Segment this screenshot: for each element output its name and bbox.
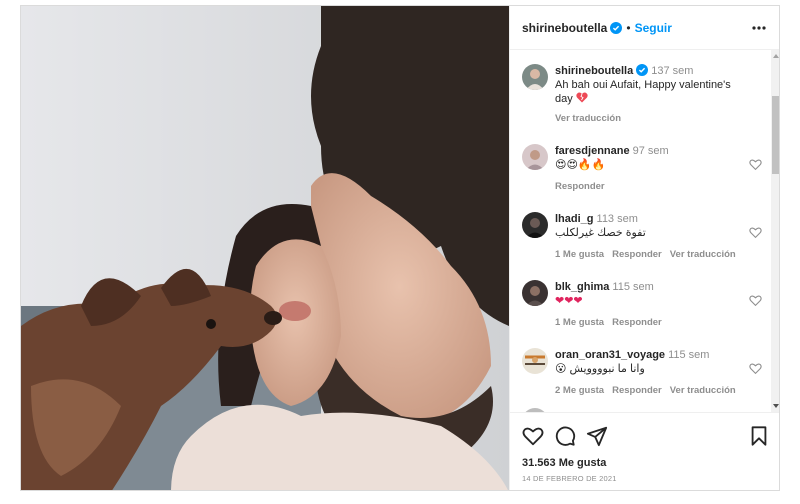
comment-time[interactable]: 113 sem bbox=[597, 213, 638, 225]
save-bookmark-icon[interactable] bbox=[748, 425, 770, 447]
post-photo-image bbox=[21, 6, 509, 490]
comment-meta: Responder bbox=[555, 181, 613, 192]
scroll-down-arrow-icon[interactable] bbox=[773, 404, 779, 408]
caption-username[interactable]: shirineboutella bbox=[555, 65, 633, 77]
translate-link[interactable]: Ver traducción bbox=[555, 113, 621, 124]
translate-link[interactable]: Ver traducción bbox=[670, 249, 736, 260]
comments-list[interactable]: shirineboutella 137 sem Ah bah oui Aufait… bbox=[510, 50, 772, 412]
scrollbar-thumb[interactable] bbox=[772, 96, 779, 174]
more-options-icon[interactable] bbox=[749, 18, 769, 38]
post-actions: 31.563 Me gusta 14 DE FEBRERO DE 2021 bbox=[510, 412, 779, 490]
post-date: 14 DE FEBRERO DE 2021 bbox=[522, 474, 617, 483]
like-comment-heart-icon[interactable] bbox=[749, 362, 762, 375]
follow-button[interactable]: Seguir bbox=[635, 21, 672, 35]
comment-username[interactable]: oran_oran31_voyage bbox=[555, 349, 665, 361]
comment-meta: 1 Me gusta Responder bbox=[555, 317, 670, 328]
action-icons bbox=[522, 425, 608, 447]
share-send-icon[interactable] bbox=[586, 425, 608, 447]
comment-time[interactable]: 97 sem bbox=[633, 145, 669, 157]
reply-link[interactable]: Responder bbox=[612, 317, 662, 328]
like-comment-heart-icon[interactable] bbox=[749, 226, 762, 239]
caption-time[interactable]: 137 sem bbox=[651, 65, 693, 77]
likes-count[interactable]: 31.563 Me gusta bbox=[522, 457, 606, 469]
post-photo[interactable] bbox=[21, 6, 509, 490]
like-comment-heart-icon[interactable] bbox=[749, 294, 762, 307]
comment-text: 😍😍🔥🔥 bbox=[555, 159, 606, 171]
reply-link[interactable]: Responder bbox=[612, 385, 662, 396]
translate-link[interactable]: Ver traducción bbox=[670, 385, 736, 396]
post-author-username[interactable]: shirineboutella bbox=[522, 21, 607, 35]
comment-text: تفوة خصك غيرلكلب bbox=[555, 227, 646, 239]
comments-scrollbar[interactable] bbox=[771, 50, 779, 412]
caption-meta: Ver traducción bbox=[555, 113, 629, 124]
reply-link[interactable]: Responder bbox=[555, 181, 605, 192]
reply-link[interactable]: Responder bbox=[612, 249, 662, 260]
like-heart-icon[interactable] bbox=[522, 425, 544, 447]
like-comment-heart-icon[interactable] bbox=[749, 158, 762, 171]
avatar[interactable] bbox=[522, 212, 548, 238]
avatar[interactable] bbox=[522, 348, 548, 374]
comment-body: lhadi_g 113 sem تفوة خصك غيرلكلب bbox=[555, 212, 751, 240]
comment-username[interactable]: faresdjennane bbox=[555, 145, 630, 157]
comment-body: blk_ghima 115 sem ❤❤❤ bbox=[555, 280, 751, 308]
comment-bubble-icon[interactable] bbox=[554, 425, 576, 447]
post-header: shirineboutella • Seguir bbox=[510, 6, 779, 50]
scroll-up-arrow-icon[interactable] bbox=[773, 54, 779, 58]
avatar[interactable] bbox=[522, 280, 548, 306]
comment-text: ❤❤❤ bbox=[555, 295, 583, 307]
comment-meta: 2 Me gusta Responder Ver traducción bbox=[555, 385, 744, 396]
comment-time[interactable]: 115 sem bbox=[612, 281, 653, 293]
comment-meta: 1 Me gusta Responder Ver traducción bbox=[555, 249, 744, 260]
comment-username[interactable]: blk_ghima bbox=[555, 281, 609, 293]
comment-likes[interactable]: 2 Me gusta bbox=[555, 385, 604, 396]
post-modal: shirineboutella • Seguir shirineboutella… bbox=[20, 5, 780, 491]
avatar[interactable] bbox=[522, 64, 548, 90]
comment-likes[interactable]: 1 Me gusta bbox=[555, 317, 604, 328]
header-separator: • bbox=[626, 20, 631, 35]
broken-heart-icon bbox=[576, 92, 588, 103]
comment-username[interactable]: lhadi_g bbox=[555, 213, 594, 225]
avatar[interactable] bbox=[522, 144, 548, 170]
comment-likes[interactable]: 1 Me gusta bbox=[555, 249, 604, 260]
post-side-panel: shirineboutella • Seguir shirineboutella… bbox=[509, 6, 779, 490]
comment-body: faresdjennane 97 sem 😍😍🔥🔥 bbox=[555, 144, 751, 172]
comment-text: 😮 وانا ما نبوووويش bbox=[555, 363, 645, 375]
caption-body: shirineboutella 137 sem Ah bah oui Aufait… bbox=[555, 64, 751, 106]
comment-time[interactable]: 115 sem bbox=[668, 349, 709, 361]
comment-body: oran_oran31_voyage 115 sem 😮 وانا ما نبوو… bbox=[555, 348, 751, 376]
verified-badge-icon bbox=[636, 64, 649, 76]
verified-badge-icon bbox=[610, 21, 623, 34]
